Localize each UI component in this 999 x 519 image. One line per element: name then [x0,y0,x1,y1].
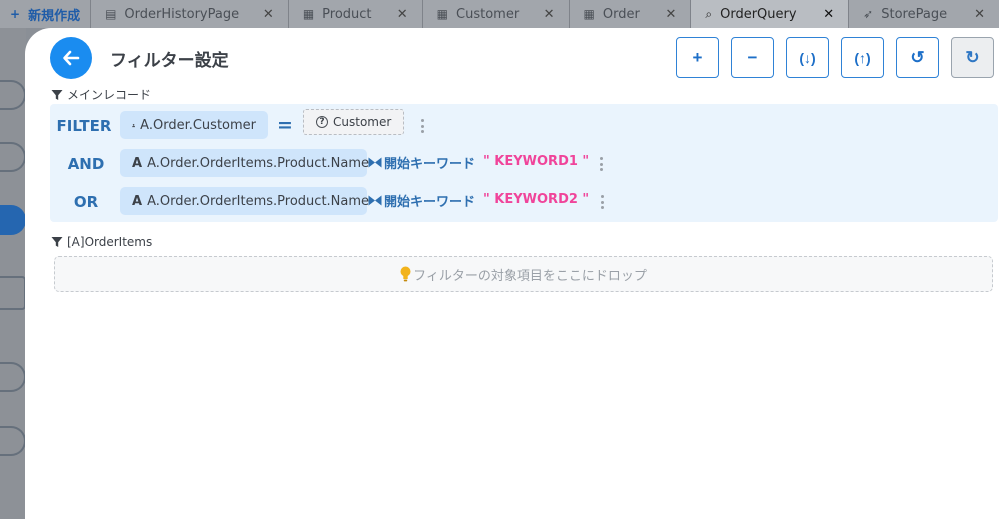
modal-title: フィルター設定 [110,51,229,71]
operator-label[interactable]: AND [50,155,122,173]
tab-new[interactable]: + 新規作成 [0,0,92,28]
field-name: A.Order.OrderItems.Product.Name [147,155,370,171]
comparator-starts-with[interactable]: 開始キーワード [368,153,475,172]
question-circle-icon: ? [316,116,328,128]
value-text: Customer [333,115,392,129]
field-chip[interactable]: A A.Order.OrderItems.Product.Name [120,187,370,215]
section-title: メインレコード [67,88,152,102]
text-a-icon: A [132,155,143,171]
row-menu-icon[interactable] [599,157,603,171]
grid-icon: ▦ [583,7,595,21]
plus-icon: + [10,7,21,21]
remove-condition-button[interactable]: − [731,37,774,78]
comparator-text: 開始キーワード [384,157,476,172]
group-down-button[interactable]: (↓) [786,37,829,78]
person-icon [132,123,136,127]
condition-row: OR A A.Order.OrderItems.Product.Name 開始キ… [50,187,998,217]
background-button [0,276,26,310]
tab-order[interactable]: ▦ Order ✕ [569,0,692,28]
comparator-text: 開始キーワード [384,195,476,210]
filter-settings-modal: フィルター設定 + − (↓) (↑) ↺ ↻ メインレコード FILTER A… [25,28,999,519]
background-button [0,142,26,172]
main-record-conditions: FILTER A.Order.Customer = ? Customer AND… [50,104,998,222]
text-a-icon: A [132,193,143,209]
comparator-starts-with[interactable]: 開始キーワード [368,191,475,210]
undo-button[interactable]: ↺ [896,37,939,78]
order-items-label: [A]OrderItems [51,235,152,249]
background-button [0,80,26,110]
background-button [0,205,26,235]
bowtie-icon [368,195,382,206]
add-condition-button[interactable]: + [676,37,719,78]
arrow-left-icon [63,50,80,66]
tab-store-page[interactable]: ➶ StorePage ✕ [849,0,999,28]
filter-icon [51,237,63,247]
tab-bar: + 新規作成 ▤ OrderHistoryPage ✕ ▦ Product ✕ … [0,0,999,28]
operator-label[interactable]: OR [50,193,122,211]
drop-hint: フィルターの対象項目をここにドロップ [413,268,647,284]
tab-label: OrderQuery [720,6,797,22]
search-icon: ⌕ [705,6,713,21]
keyword-value[interactable]: " KEYWORD1 " [483,154,589,169]
filter-icon [51,89,63,100]
field-chip[interactable]: A A.Order.OrderItems.Product.Name [120,149,370,177]
grid-icon: ▦ [436,7,449,21]
value-chip[interactable]: ? Customer [303,109,405,135]
close-icon[interactable]: ✕ [397,7,408,22]
condition-row: FILTER A.Order.Customer = ? Customer [48,109,998,141]
redo-button[interactable]: ↻ [951,37,994,78]
field-name: A.Order.OrderItems.Product.Name [147,193,370,209]
main-record-label: メインレコード [51,86,151,103]
close-icon[interactable]: ✕ [823,7,834,22]
tab-label: OrderHistoryPage [124,6,240,22]
close-icon[interactable]: ✕ [974,7,985,22]
back-button[interactable] [50,37,92,79]
tab-label: Product [322,6,372,22]
tab-product[interactable]: ▦ Product ✕ [288,0,423,28]
tab-label: 新規作成 [28,8,81,24]
close-icon[interactable]: ✕ [665,7,676,22]
bowtie-icon [368,157,382,168]
field-chip[interactable]: A.Order.Customer [120,111,268,139]
tab-label: Order [602,6,640,22]
tab-order-history-page[interactable]: ▤ OrderHistoryPage ✕ [91,0,289,28]
close-icon[interactable]: ✕ [544,7,555,22]
row-menu-icon[interactable] [420,119,424,133]
tab-customer[interactable]: ▦ Customer ✕ [422,0,570,28]
section-title: [A]OrderItems [67,235,153,249]
drop-zone[interactable]: フィルターの対象項目をここにドロップ [54,256,993,292]
rocket-icon: ➶ [863,7,874,21]
tab-order-query[interactable]: ⌕ OrderQuery ✕ [691,0,850,28]
operator-label[interactable]: FILTER [48,117,120,135]
grid-icon: ▦ [302,7,315,21]
background-button [0,362,26,392]
field-name: A.Order.Customer [140,117,256,133]
toolbar: + − (↓) (↑) ↺ ↻ [676,37,994,78]
background-app [0,28,26,519]
condition-row: AND A A.Order.OrderItems.Product.Name 開始… [50,149,998,179]
tab-label: Customer [456,6,520,22]
table-icon: ▤ [105,7,117,21]
close-icon[interactable]: ✕ [263,7,274,22]
row-menu-icon[interactable] [600,195,604,209]
group-up-button[interactable]: (↑) [841,37,884,78]
lightbulb-icon [400,266,411,282]
comparator-equals[interactable]: = [277,114,293,136]
keyword-value[interactable]: " KEYWORD2 " [483,192,589,207]
background-button [0,426,26,456]
tab-label: StorePage [881,6,948,22]
